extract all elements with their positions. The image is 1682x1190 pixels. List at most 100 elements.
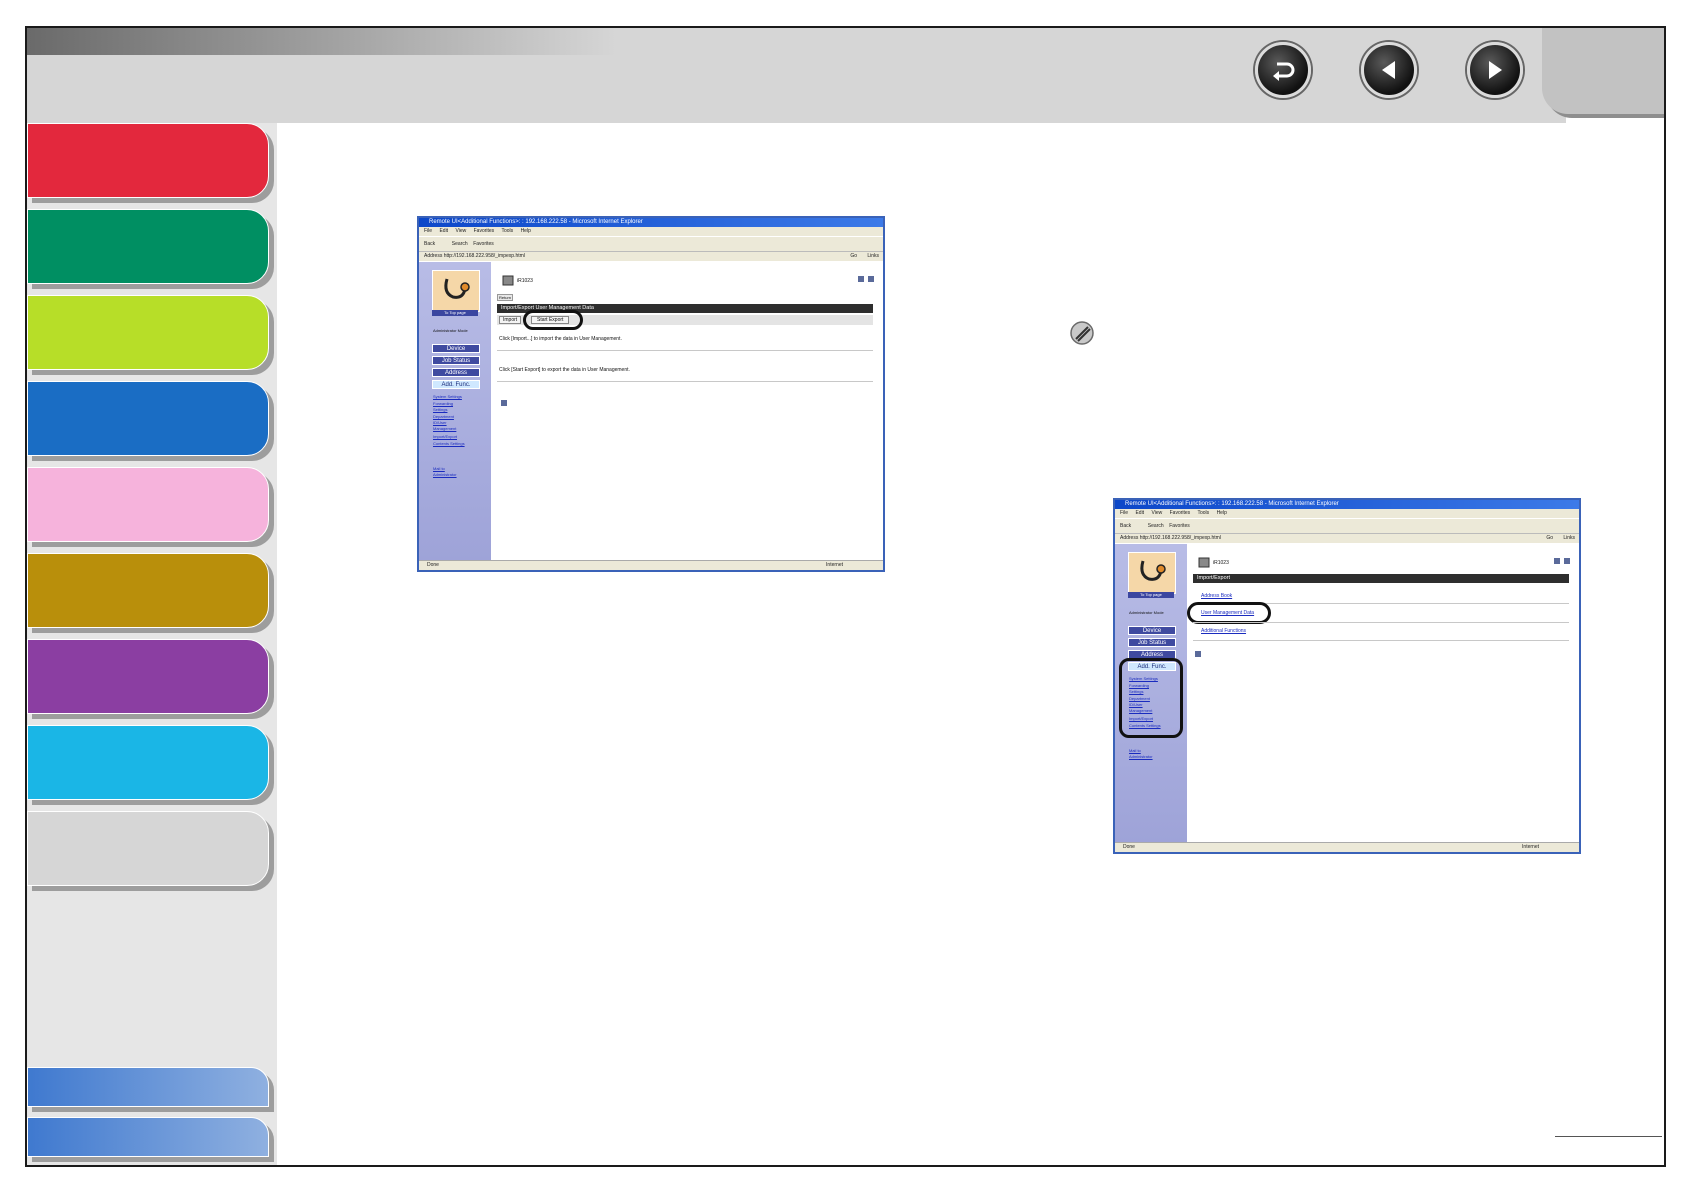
export-description: Click [Start Export] to export the data … [499, 367, 630, 373]
mail-to-administrator-link[interactable]: Mail to Administrator [433, 466, 467, 478]
import-export-link[interactable]: Import/Export [433, 434, 457, 440]
browser-screenshot-export: Remote UI<Additional Functions>: : 192.1… [417, 216, 885, 572]
remote-ui-logo[interactable] [1128, 552, 1176, 594]
refresh-icon[interactable] [1553, 557, 1561, 565]
toolbar-favorites[interactable]: Favorites [1169, 523, 1190, 529]
menu-bar: File Edit View Favorites Tools Help [1115, 509, 1579, 518]
menu-view[interactable]: View [455, 228, 466, 234]
address-url[interactable]: http://192.168.222.958/_impexp.html [444, 253, 525, 259]
status-bar: Done Internet [419, 560, 883, 570]
highlight-oval [1119, 658, 1183, 738]
page-number-tab [1542, 28, 1664, 114]
job-status-button[interactable]: Job Status [1128, 638, 1176, 647]
menu-file[interactable]: File [424, 228, 432, 234]
device-button[interactable]: Device [432, 344, 480, 353]
mail-to-administrator-link[interactable]: Mail to Administrator [1129, 748, 1163, 760]
address-button[interactable]: Address [432, 368, 480, 377]
right-triangle-icon [1489, 61, 1502, 79]
menu-help[interactable]: Help [1217, 510, 1227, 516]
pencil-note-icon [1070, 321, 1094, 345]
device-button[interactable]: Device [1128, 626, 1176, 635]
address-bar: Address http://192.168.222.958/_impexp.h… [419, 251, 883, 261]
next-page-button[interactable] [1467, 42, 1523, 98]
address-url[interactable]: http://192.168.222.958/_impexp.html [1140, 535, 1221, 541]
header-stripe [27, 28, 617, 55]
links-label[interactable]: Links [867, 252, 879, 261]
chapter-tab-8[interactable] [27, 725, 269, 800]
index-tab[interactable] [27, 1117, 269, 1157]
page-top-icon[interactable] [1194, 650, 1202, 658]
help-icon[interactable] [867, 275, 875, 283]
chapter-tab-1[interactable] [27, 123, 269, 198]
menu-help[interactable]: Help [521, 228, 531, 234]
chapter-tab-7[interactable] [27, 639, 269, 714]
menu-favorites[interactable]: Favorites [1170, 510, 1191, 516]
status-text: Done [1123, 844, 1135, 850]
menu-file[interactable]: File [1120, 510, 1128, 516]
menu-tools[interactable]: Tools [501, 228, 513, 234]
toolbar-search[interactable]: Search [452, 241, 468, 247]
menu-tools[interactable]: Tools [1197, 510, 1209, 516]
menu-view[interactable]: View [1151, 510, 1162, 516]
window-title: Remote UI<Additional Functions>: : 192.1… [419, 218, 883, 227]
section-header: Import/Export [1193, 574, 1569, 583]
address-book-link[interactable]: Address Book [1201, 593, 1232, 599]
chapter-tab-2[interactable] [27, 209, 269, 284]
go-button[interactable]: Go [1546, 534, 1553, 543]
return-tag[interactable]: Return [497, 294, 514, 301]
add-func-button[interactable]: Add. Func. [432, 380, 480, 389]
menu-edit[interactable]: Edit [439, 228, 448, 234]
help-icon[interactable] [1563, 557, 1571, 565]
device-name: iR1023 [517, 278, 533, 284]
toolbar-search[interactable]: Search [1148, 523, 1164, 529]
mode-label: Administrator Mode [433, 328, 468, 333]
browser-screenshot-import-export: Remote UI<Additional Functions>: : 192.1… [1113, 498, 1581, 854]
menu-favorites[interactable]: Favorites [474, 228, 495, 234]
menu-bar: File Edit View Favorites Tools Help [419, 227, 883, 236]
page-area: To Top page Administrator Mode Device Jo… [1115, 544, 1579, 843]
import-button[interactable]: Import [499, 316, 522, 324]
footer-rule [1555, 1136, 1662, 1137]
contents-settings-link[interactable]: Contents Settings [433, 441, 465, 447]
mode-label: Administrator Mode [1129, 610, 1164, 615]
chapter-tab-6[interactable] [27, 553, 269, 628]
divider [497, 350, 873, 351]
toolbar: Back Search Favorites [1115, 518, 1579, 533]
menu-edit[interactable]: Edit [1135, 510, 1144, 516]
printer-icon [1198, 557, 1210, 568]
to-top-page-link[interactable]: To Top page [432, 310, 478, 316]
address-bar: Address http://192.168.222.958/_impexp.h… [1115, 533, 1579, 543]
toolbar-back[interactable]: Back [424, 241, 435, 247]
page-top-icon[interactable] [500, 399, 508, 407]
back-button[interactable] [1255, 42, 1311, 98]
chapter-tab-4[interactable] [27, 381, 269, 456]
previous-page-button[interactable] [1361, 42, 1417, 98]
job-status-button[interactable]: Job Status [432, 356, 480, 365]
forwarding-settings-link[interactable]: Forwarding Settings [433, 401, 465, 413]
address-label: Address [1120, 535, 1139, 541]
toolbar: Back Search Favorites [419, 236, 883, 251]
system-settings-link[interactable]: System Settings [433, 394, 462, 400]
toolbar-favorites[interactable]: Favorites [473, 241, 494, 247]
address-label: Address [424, 253, 443, 259]
header-bar [27, 28, 1566, 123]
table-of-contents-tab[interactable] [27, 1067, 269, 1107]
chapter-tab-9[interactable] [27, 811, 269, 886]
additional-functions-link[interactable]: Additional Functions [1201, 628, 1246, 634]
refresh-icon[interactable] [857, 275, 865, 283]
chapter-tab-5[interactable] [27, 467, 269, 542]
zone-text: Internet [826, 562, 843, 568]
zone-text: Internet [1522, 844, 1539, 850]
status-bar: Done Internet [1115, 842, 1579, 852]
links-label[interactable]: Links [1563, 534, 1575, 543]
department-id-link[interactable]: Department ID/User Management [433, 414, 467, 432]
highlight-oval [1187, 602, 1271, 624]
window-title: Remote UI<Additional Functions>: : 192.1… [1115, 500, 1579, 509]
go-button[interactable]: Go [850, 252, 857, 261]
chapter-sidebar [27, 123, 277, 1165]
chapter-tab-3[interactable] [27, 295, 269, 370]
stethoscope-icon [1140, 560, 1166, 581]
to-top-page-link[interactable]: To Top page [1128, 592, 1174, 598]
toolbar-back[interactable]: Back [1120, 523, 1131, 529]
remote-ui-logo[interactable] [432, 270, 480, 312]
